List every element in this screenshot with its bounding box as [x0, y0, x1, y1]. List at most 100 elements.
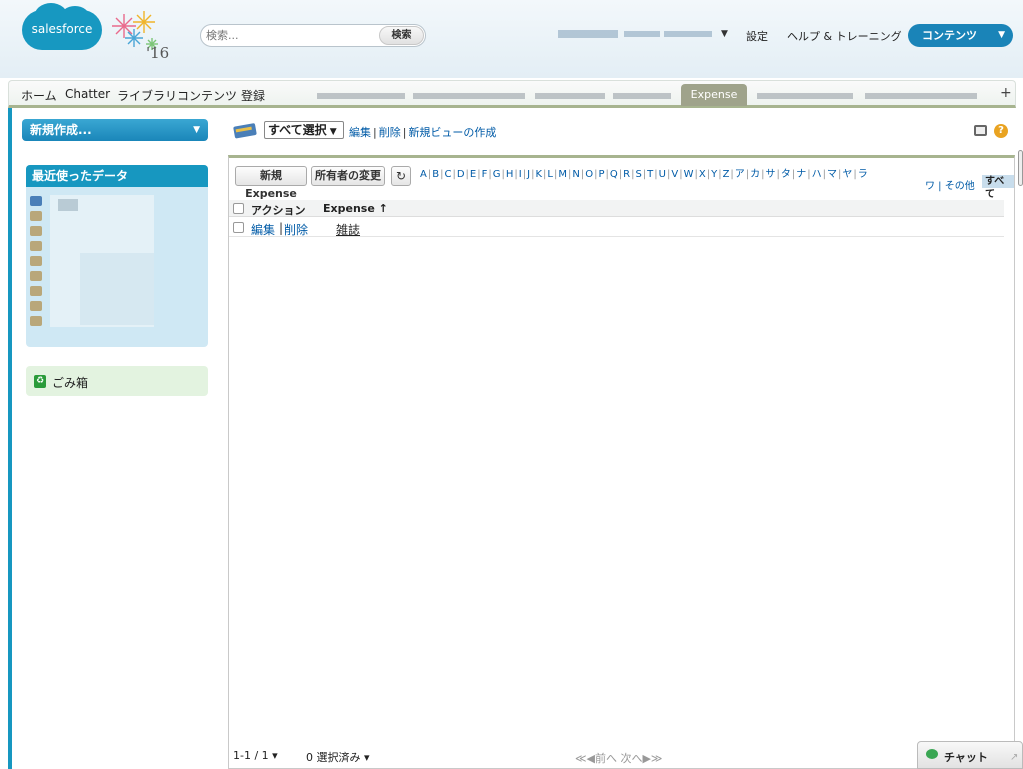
setup-link[interactable]: 設定	[746, 28, 768, 44]
alphabet-filter-letter[interactable]: ナ	[795, 169, 807, 180]
alphabet-filter-letter[interactable]: Y	[710, 169, 718, 180]
alphabet-filter-letter[interactable]: W	[683, 169, 695, 180]
new-expense-button[interactable]: 新規Expense	[235, 166, 307, 200]
alphabet-filter-letter[interactable]: D	[456, 169, 466, 180]
add-tab-icon[interactable]: +	[1000, 85, 1012, 101]
print-icon[interactable]	[974, 125, 987, 136]
expense-card-icon	[30, 196, 42, 206]
change-owner-button[interactable]: 所有者の変更	[311, 166, 385, 186]
list-toolbar: 新規Expense 所有者の変更 ↻ A|B|C|D|E|F|G|H|I|J|K…	[229, 158, 1014, 200]
alphabet-filter-letter[interactable]: ハ	[811, 169, 823, 180]
column-header-action: アクション	[251, 204, 306, 217]
refresh-icon[interactable]: ↻	[391, 166, 411, 186]
chat-widget[interactable]: チャット ↗	[917, 741, 1023, 769]
alphabet-filter-letter[interactable]: Q	[609, 169, 619, 180]
alphabet-filter-letter[interactable]: H	[505, 169, 515, 180]
alphabet-filter-letter[interactable]: S	[634, 169, 642, 180]
redacted-username	[624, 31, 660, 37]
expand-icon[interactable]: ↗	[1010, 752, 1018, 763]
alphabet-filter-letter[interactable]: タ	[780, 169, 792, 180]
tab-library[interactable]: ライブラリ	[117, 87, 177, 104]
help-icon[interactable]: ?	[994, 124, 1008, 138]
alphabet-filter-letter[interactable]: E	[469, 169, 477, 180]
pager-navigation[interactable]: ≪◀前へ 次へ▶≫	[575, 750, 662, 766]
pager-range[interactable]: 1-1 / 1 ▾	[233, 749, 278, 762]
create-new-button[interactable]: 新規作成... ▼	[22, 119, 208, 141]
alphabet-filter-all[interactable]: すべて	[982, 175, 1014, 200]
alphabet-filter-letter[interactable]: カ	[749, 169, 761, 180]
redacted-username	[664, 31, 712, 37]
left-edge-bar	[8, 108, 12, 769]
tab-subscriptions[interactable]: 登録	[241, 87, 265, 104]
redacted-tab[interactable]	[413, 93, 525, 99]
record-icon	[30, 301, 42, 311]
row-record-name-link[interactable]: 雑誌	[336, 221, 360, 238]
salesforce-logo[interactable]: salesforce	[22, 3, 102, 50]
app-menu-button[interactable]: コンテンツ ▼	[908, 24, 1013, 47]
user-menu[interactable]	[558, 30, 718, 40]
alphabet-filter-letter[interactable]: N	[571, 169, 580, 180]
tab-chatter[interactable]: Chatter	[65, 87, 110, 101]
select-all-checkbox[interactable]	[233, 203, 244, 214]
alphabet-filter-letter[interactable]: ヤ	[841, 169, 853, 180]
chevron-down-icon: ▼	[998, 30, 1005, 40]
redacted-recent-item	[58, 199, 78, 211]
record-icon	[30, 316, 42, 326]
app-menu-label: コンテンツ	[922, 29, 977, 42]
row-link-separator: |	[279, 221, 284, 235]
row-edit-link[interactable]: 編集	[251, 221, 275, 238]
alphabet-filter-letter[interactable]: サ	[765, 169, 777, 180]
alphabet-filter-letter[interactable]: O	[584, 169, 594, 180]
alphabet-filter-letter[interactable]: X	[698, 169, 707, 180]
edit-view-link[interactable]: 編集	[349, 126, 371, 139]
delete-view-link[interactable]: 削除	[379, 126, 401, 139]
search-input[interactable]	[206, 26, 376, 45]
logo-text: salesforce	[31, 22, 93, 36]
alphabet-filter-letter[interactable]: G	[492, 169, 502, 180]
alphabet-filter-letter[interactable]: ア	[734, 169, 746, 180]
redacted-tab[interactable]	[317, 93, 405, 99]
alphabet-filter-letter[interactable]: V	[670, 169, 679, 180]
alphabet-filter-letter[interactable]: U	[658, 169, 667, 180]
expense-card-icon	[230, 123, 258, 139]
row-checkbox[interactable]	[233, 222, 244, 233]
sidebar-collapse-handle[interactable]	[1018, 150, 1023, 186]
view-links: 編集 | 削除 | 新規ビューの作成	[349, 126, 497, 139]
alphabet-filter-letter[interactable]: K	[534, 169, 543, 180]
view-select[interactable]: すべて選択 ▼	[264, 121, 344, 139]
alphabet-filter-letter[interactable]: M	[557, 169, 568, 180]
help-training-link[interactable]: ヘルプ & トレーニング	[787, 28, 902, 44]
recycle-bin-label: ごみ箱	[52, 376, 89, 390]
redacted-tab[interactable]	[865, 93, 977, 99]
tab-content[interactable]: コンテンツ	[177, 87, 237, 104]
alphabet-filter-letter[interactable]: R	[622, 169, 631, 180]
record-icon	[30, 241, 42, 251]
record-icon	[30, 271, 42, 281]
alphabet-filter-letter[interactable]: マ	[826, 169, 838, 180]
user-menu-caret-icon[interactable]: ▼	[721, 29, 728, 39]
row-delete-link[interactable]: 削除	[284, 221, 308, 238]
tab-expense[interactable]: Expense	[681, 84, 747, 106]
list-view: 新規Expense 所有者の変更 ↻ A|B|C|D|E|F|G|H|I|J|K…	[228, 155, 1015, 769]
search-box: 検索	[200, 24, 426, 47]
alphabet-filter: A|B|C|D|E|F|G|H|I|J|K|L|M|N|O|P|Q|R|S|T|…	[419, 165, 869, 180]
alphabet-filter-letter[interactable]: ラ	[857, 169, 869, 180]
tab-bar: ホーム Chatter ライブラリ コンテンツ 登録 Expense +	[8, 80, 1016, 108]
record-icon	[30, 256, 42, 266]
alphabet-filter-letter[interactable]: B	[431, 169, 440, 180]
alphabet-filter-letter[interactable]: L	[546, 169, 554, 180]
alphabet-filter-letter[interactable]: A	[419, 169, 428, 180]
redacted-tab[interactable]	[535, 93, 605, 99]
pager-selected[interactable]: 0 選択済み ▾	[306, 749, 370, 765]
alphabet-filter-other[interactable]: ワ | その他	[925, 177, 975, 192]
redacted-tab[interactable]	[613, 93, 671, 99]
search-button[interactable]: 検索	[379, 26, 424, 45]
header: salesforce '16 検索... 検索 ▼ 設定 ヘルプ & トレーニン…	[0, 0, 1023, 78]
column-header-expense[interactable]: Expense ↑	[323, 202, 388, 215]
redacted-tab[interactable]	[757, 93, 853, 99]
tab-home[interactable]: ホーム	[21, 87, 57, 104]
create-new-view-link[interactable]: 新規ビューの作成	[408, 126, 496, 139]
chevron-down-icon: ▼	[193, 125, 200, 135]
pager-selected-text: 0 選択済み	[306, 751, 361, 764]
recycle-bin-panel[interactable]: ♻ ごみ箱	[26, 366, 208, 396]
